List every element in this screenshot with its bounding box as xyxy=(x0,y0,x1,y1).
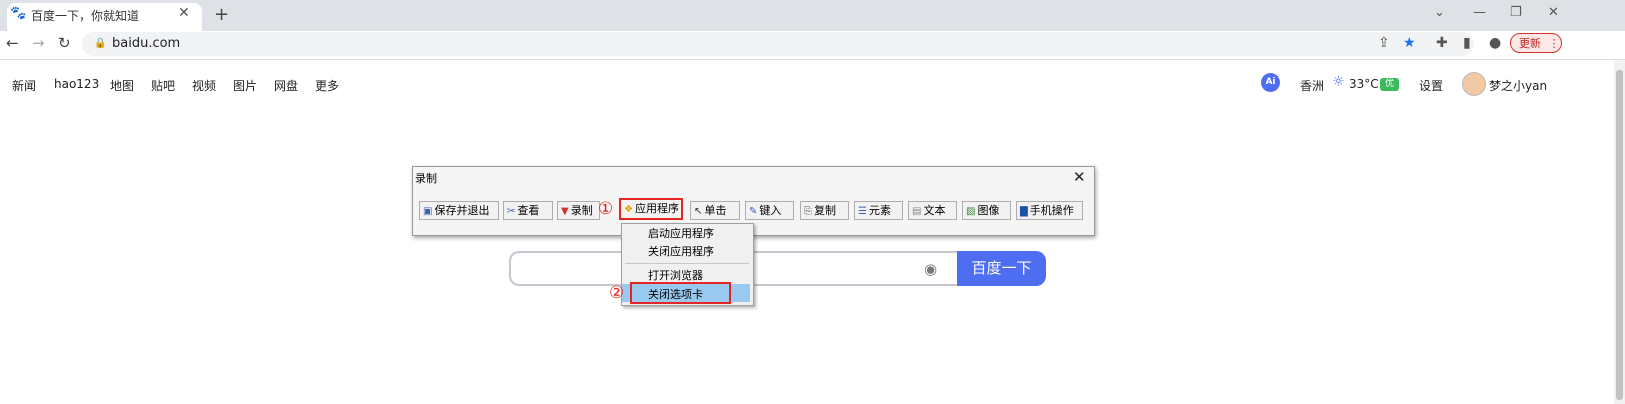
profile-icon[interactable]: ● xyxy=(1489,35,1501,51)
close-icon[interactable]: ✕ xyxy=(178,5,190,21)
view-button[interactable]: ✂ 查看 xyxy=(503,201,553,220)
record-icon: ▼ xyxy=(561,206,569,217)
nav-more[interactable]: 更多 xyxy=(315,77,339,94)
nav-news[interactable]: 新闻 xyxy=(12,77,36,94)
lock-icon[interactable]: 🔒 xyxy=(94,38,106,49)
nav-netdisk[interactable]: 网盘 xyxy=(274,77,298,94)
text-button[interactable]: ▤ 文本 xyxy=(908,201,957,220)
image-button[interactable]: ▨ 图像 xyxy=(962,201,1011,220)
keyboard-icon: ✎ xyxy=(749,206,758,217)
temperature[interactable]: 33°C xyxy=(1349,77,1379,91)
pointer-icon: ↖ xyxy=(694,206,703,217)
sun-icon: ☼ xyxy=(1332,74,1345,90)
share-icon[interactable]: ⇪ xyxy=(1378,35,1390,51)
nav-map[interactable]: 地图 xyxy=(110,77,134,94)
menu-item-close-app[interactable]: 关闭应用程序 xyxy=(648,243,714,259)
username[interactable]: 梦之小yan xyxy=(1489,77,1547,94)
ai-icon[interactable]: Ai xyxy=(1261,73,1280,92)
minimize-icon[interactable]: — xyxy=(1473,5,1486,20)
application-button[interactable]: ❖ 应用程序 xyxy=(619,198,683,220)
settings-link[interactable]: 设置 xyxy=(1419,77,1443,94)
city-label[interactable]: 香洲 xyxy=(1300,77,1324,94)
app-icon: ❖ xyxy=(624,204,633,215)
type-button[interactable]: ✎ 键入 xyxy=(745,201,794,220)
click-button[interactable]: ↖ 单击 xyxy=(690,201,740,220)
mobile-icon: ▇ xyxy=(1020,206,1028,217)
menu-item-open-browser[interactable]: 打开浏览器 xyxy=(648,267,703,283)
aqi-badge: 优 xyxy=(1380,78,1399,91)
image-icon: ▨ xyxy=(966,206,976,217)
scissors-icon: ✂ xyxy=(507,206,516,217)
reload-icon[interactable]: ↻ xyxy=(58,34,71,52)
star-icon[interactable]: ★ xyxy=(1403,35,1416,51)
record-button[interactable]: ▼ 录制 xyxy=(557,201,600,220)
step-marker-2: ② xyxy=(609,283,625,303)
chevron-down-icon[interactable]: ⌄ xyxy=(1434,5,1445,20)
save-exit-button[interactable]: ▣ 保存并退出 xyxy=(419,201,499,220)
camera-icon[interactable]: ◉ xyxy=(924,260,937,278)
update-label: 更新 xyxy=(1519,37,1541,50)
puzzle-icon[interactable]: ✚ xyxy=(1436,35,1448,51)
address-bar[interactable] xyxy=(82,32,1474,56)
forward-arrow-icon[interactable]: → xyxy=(32,34,45,52)
restore-icon[interactable]: ❐ xyxy=(1510,5,1522,20)
step-marker-1: ① xyxy=(598,199,614,219)
text-icon: ▤ xyxy=(912,206,922,217)
tab-title: 百度一下，你就知道 xyxy=(31,9,140,23)
search-button[interactable]: 百度一下 xyxy=(957,251,1046,286)
back-arrow-icon[interactable]: ← xyxy=(6,34,19,52)
copy-icon: ⎘ xyxy=(804,206,812,217)
nav-hao123[interactable]: hao123 xyxy=(54,77,99,91)
save-icon: ▣ xyxy=(423,206,433,217)
kebab-menu-icon: ⋮ xyxy=(1548,37,1560,50)
update-button[interactable]: 更新 ⋮ xyxy=(1510,33,1562,53)
plus-icon[interactable]: + xyxy=(214,4,229,25)
nav-video[interactable]: 视频 xyxy=(192,77,216,94)
side-panel-icon[interactable]: ▮ xyxy=(1463,35,1471,51)
nav-tieba[interactable]: 贴吧 xyxy=(151,77,175,94)
url-text[interactable]: baidu.com xyxy=(112,36,180,51)
element-icon: ☰ xyxy=(858,206,867,217)
avatar[interactable] xyxy=(1462,72,1486,96)
mobile-button[interactable]: ▇ 手机操作 xyxy=(1016,201,1083,220)
menu-separator xyxy=(625,263,749,264)
element-button[interactable]: ☰ 元素 xyxy=(854,201,903,220)
scrollbar-thumb[interactable] xyxy=(1616,70,1623,400)
highlight-box xyxy=(630,282,731,304)
close-icon[interactable]: ✕ xyxy=(1073,168,1086,186)
tab-strip xyxy=(0,0,1625,31)
baidu-paw-icon: 🐾 xyxy=(10,6,27,21)
copy-button[interactable]: ⎘ 复制 xyxy=(800,201,849,220)
window-close-icon[interactable]: ✕ xyxy=(1548,5,1559,20)
dialog-title: 录制 xyxy=(415,172,437,185)
menu-item-launch-app[interactable]: 启动应用程序 xyxy=(648,225,714,241)
nav-images[interactable]: 图片 xyxy=(233,77,257,94)
